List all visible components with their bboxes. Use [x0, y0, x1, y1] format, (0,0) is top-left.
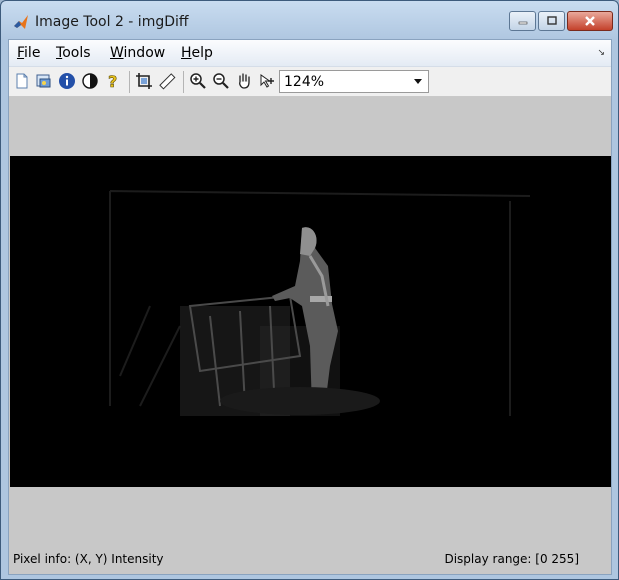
- close-button[interactable]: [567, 11, 613, 31]
- data-cursor-icon[interactable]: [258, 72, 276, 90]
- title-bar[interactable]: Image Tool 2 - imgDiff: [1, 1, 618, 39]
- image-info-icon[interactable]: [58, 72, 76, 90]
- svg-text:?: ?: [108, 72, 117, 90]
- pixel-region-help-icon[interactable]: ?: [104, 72, 122, 90]
- image-tool-window: Image Tool 2 - imgDiff File Tools Window…: [0, 0, 619, 580]
- maximize-icon: [546, 16, 557, 25]
- pixel-info-label: Pixel info: (X, Y) Intensity: [13, 552, 164, 566]
- toolbar-separator: [183, 71, 184, 93]
- minimize-icon: [518, 21, 527, 25]
- maximize-button[interactable]: [538, 11, 565, 31]
- zoom-level-select[interactable]: 124%: [279, 70, 429, 93]
- menu-bar: File Tools Window Help ↘: [9, 40, 611, 67]
- zoom-level-value: 124%: [284, 74, 325, 90]
- menu-file[interactable]: File: [17, 45, 40, 61]
- measure-distance-icon[interactable]: [158, 72, 176, 90]
- adjust-contrast-icon[interactable]: [81, 72, 99, 90]
- dock-arrow-icon[interactable]: ↘: [597, 48, 605, 58]
- toolbar-separator: [129, 71, 130, 93]
- zoom-out-icon[interactable]: [212, 72, 230, 90]
- toolbar: ? 124%: [9, 67, 611, 97]
- display-range-label: Display range: [0 255]: [444, 552, 579, 566]
- menu-help[interactable]: Help: [181, 45, 213, 61]
- image-viewport[interactable]: [9, 97, 611, 546]
- difference-image-content: [10, 156, 611, 487]
- pan-hand-icon[interactable]: [235, 72, 253, 90]
- export-to-workspace-icon[interactable]: [35, 72, 53, 90]
- window-title: Image Tool 2 - imgDiff: [35, 14, 189, 30]
- close-icon: [585, 16, 595, 26]
- status-bar: Pixel info: (X, Y) Intensity Display ran…: [9, 546, 611, 574]
- minimize-button[interactable]: [509, 11, 536, 31]
- crop-icon[interactable]: [135, 72, 153, 90]
- matlab-logo-icon: [14, 15, 28, 29]
- window-client-area: File Tools Window Help ↘ ? 124% Pixel in…: [8, 39, 612, 575]
- menu-tools[interactable]: Tools: [56, 45, 91, 61]
- zoom-in-icon[interactable]: [189, 72, 207, 90]
- new-figure-icon[interactable]: [13, 72, 31, 90]
- difference-image[interactable]: [10, 156, 611, 487]
- chevron-down-icon: [414, 79, 422, 84]
- menu-window[interactable]: Window: [110, 45, 165, 61]
